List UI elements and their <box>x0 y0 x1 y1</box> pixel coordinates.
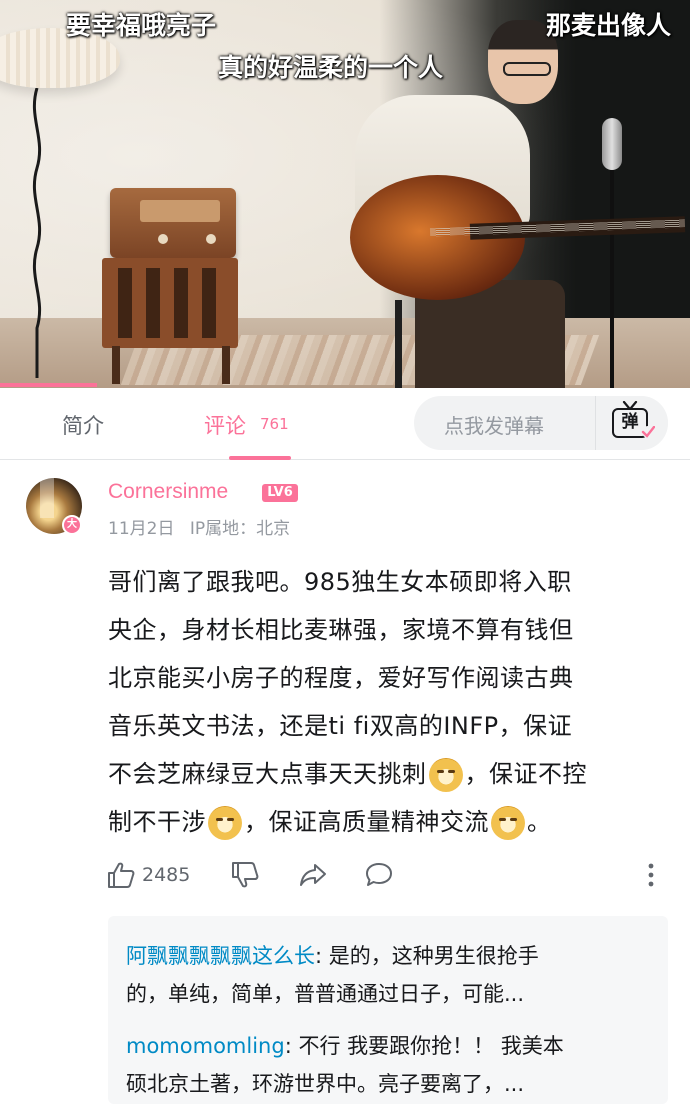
comment-text: 制不干涉 <box>108 808 206 836</box>
avatar-window-light <box>40 478 54 518</box>
comment-meta: 11月2日 IP属地：北京 <box>108 514 300 539</box>
cabinet-leg <box>222 346 230 384</box>
danmaku-toggle-button[interactable]: 弹 <box>595 396 668 450</box>
comment-text: 。 <box>527 808 552 836</box>
comment-body-line: 哥们离了跟我吧。985独生女本硕即将入职 <box>108 568 572 596</box>
comment-body-line: 不会芝麻绿豆大点事天天挑刺 ，保证不控 <box>108 754 587 792</box>
reply-username[interactable]: momomomling <box>126 1034 285 1058</box>
share-icon[interactable] <box>298 860 328 890</box>
danmaku-comment: 那麦出像人 <box>546 11 672 40</box>
reply-item[interactable]: momomomling: 不行 我要跟你抢！！ 我美本 <box>126 1030 564 1060</box>
video-player[interactable]: 要幸福哦亮子 那麦出像人 真的好温柔的一个人 <box>0 0 690 388</box>
doge-emoji-icon <box>208 806 242 840</box>
reply-text-line: 的，单纯，简单，普普通通过日子，可能... <box>126 982 525 1006</box>
reply-text-line: 硕北京土著，环游世界中。亮子要离了，... <box>126 1072 525 1096</box>
cabinet-leg <box>112 346 120 384</box>
comment-body-line: 央企，身材长相比麦琳强，家境不算有钱但 <box>108 616 574 644</box>
mic-stand <box>610 170 614 388</box>
comment-body-line: 北京能买小房子的程度，爱好写作阅读古典 <box>108 664 574 692</box>
more-options-icon[interactable] <box>648 862 654 888</box>
comment-text: ，保证高质量精神交流 <box>244 808 489 836</box>
comment-text: ，保证不控 <box>464 760 587 788</box>
danmaku-input[interactable]: 点我发弹幕 <box>444 410 544 439</box>
comment-ip: IP属地：北京 <box>189 519 291 539</box>
cabinet-slot <box>118 268 132 338</box>
tab-intro[interactable]: 简介 <box>62 410 104 440</box>
comment-date: 11月2日 <box>108 519 175 539</box>
reply-item[interactable]: 阿飘飘飘飘飘这么长: 是的，这种男生很抢手 <box>126 940 539 970</box>
comment-text: 不会芝麻绿豆大点事天天挑刺 <box>108 760 427 788</box>
comment-body-line: 制不干涉 ，保证高质量精神交流 。 <box>108 802 552 840</box>
danmaku-comment: 真的好温柔的一个人 <box>218 53 444 82</box>
cabinet-slot <box>202 268 216 338</box>
reply-text: : 是的，这种男生很抢手 <box>315 944 539 968</box>
cabinet-slot <box>174 268 188 338</box>
comment-actions: 2485 <box>106 856 666 896</box>
microphone <box>602 118 622 170</box>
level-badge: LV6 <box>262 484 298 502</box>
doge-emoji-icon <box>491 806 525 840</box>
vintage-radio <box>110 188 236 258</box>
vip-badge: 大 <box>62 515 82 535</box>
like-count: 2485 <box>142 864 191 886</box>
tab-bar: 简介 评论 761 点我发弹幕 弹 <box>0 388 690 460</box>
reply-text: : 不行 我要跟你抢！！ 我美本 <box>284 1034 564 1058</box>
reply-list[interactable]: 阿飘飘飘飘飘这么长: 是的，这种男生很抢手 的，单纯，简单，普普通通过日子，可能… <box>108 916 668 1104</box>
lamp-stem <box>32 88 42 378</box>
thumbs-up-icon[interactable] <box>106 860 136 890</box>
tab-comments[interactable]: 评论 <box>204 410 246 440</box>
reply-icon[interactable] <box>364 860 394 890</box>
video-progress-bar[interactable] <box>0 383 97 387</box>
comment-count: 761 <box>260 415 289 433</box>
reply-username[interactable]: 阿飘飘飘飘飘这么长 <box>126 944 315 968</box>
doge-emoji-icon <box>428 758 463 792</box>
glasses <box>503 62 551 76</box>
thumbs-down-icon[interactable] <box>230 860 260 890</box>
danmaku-input-box[interactable]: 点我发弹幕 弹 <box>414 396 668 450</box>
comment-body-line: 音乐英文书法，还是ti fi双高的INFP，保证 <box>108 712 573 740</box>
comment-username[interactable]: Cornersinme <box>108 480 228 504</box>
check-icon <box>641 426 655 438</box>
danmaku-comment: 要幸福哦亮子 <box>66 11 217 40</box>
radio-knob <box>206 234 216 244</box>
cabinet-slot <box>146 268 160 338</box>
radio-knob <box>158 234 168 244</box>
radio-grill <box>140 200 220 222</box>
active-tab-indicator <box>229 456 291 460</box>
